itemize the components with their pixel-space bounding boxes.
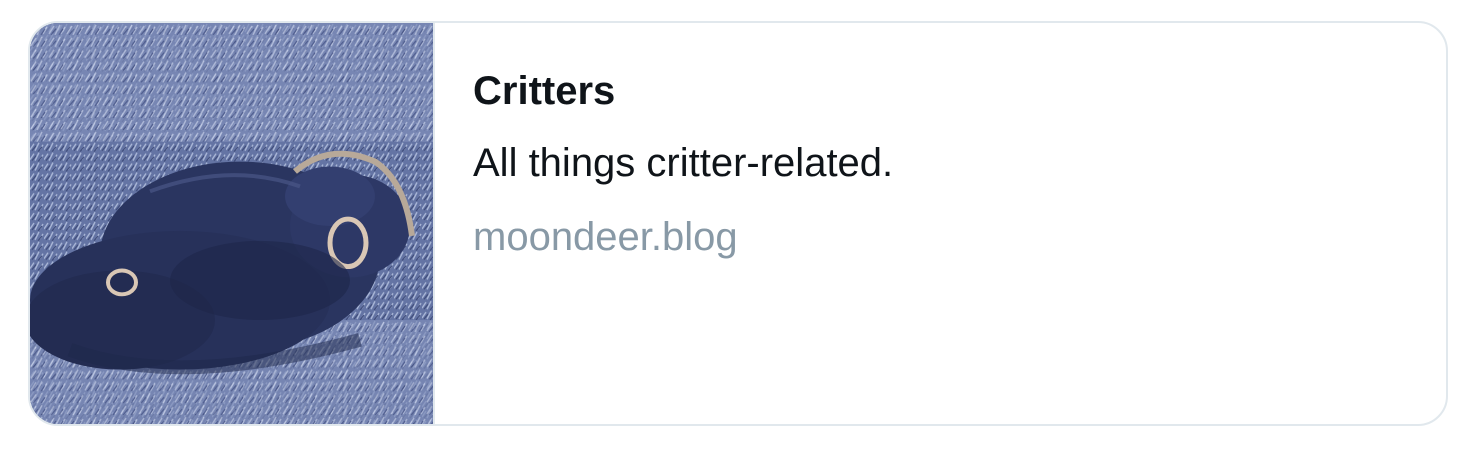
link-preview-card[interactable]: Critters All things critter-related. moo… xyxy=(28,21,1448,426)
thumbnail-image xyxy=(30,23,435,424)
card-content: Critters All things critter-related. moo… xyxy=(435,23,1446,424)
card-description: All things critter-related. xyxy=(473,141,894,185)
animal-photo xyxy=(30,23,433,424)
card-title: Critters xyxy=(473,69,616,113)
card-domain: moondeer.blog xyxy=(473,215,738,259)
